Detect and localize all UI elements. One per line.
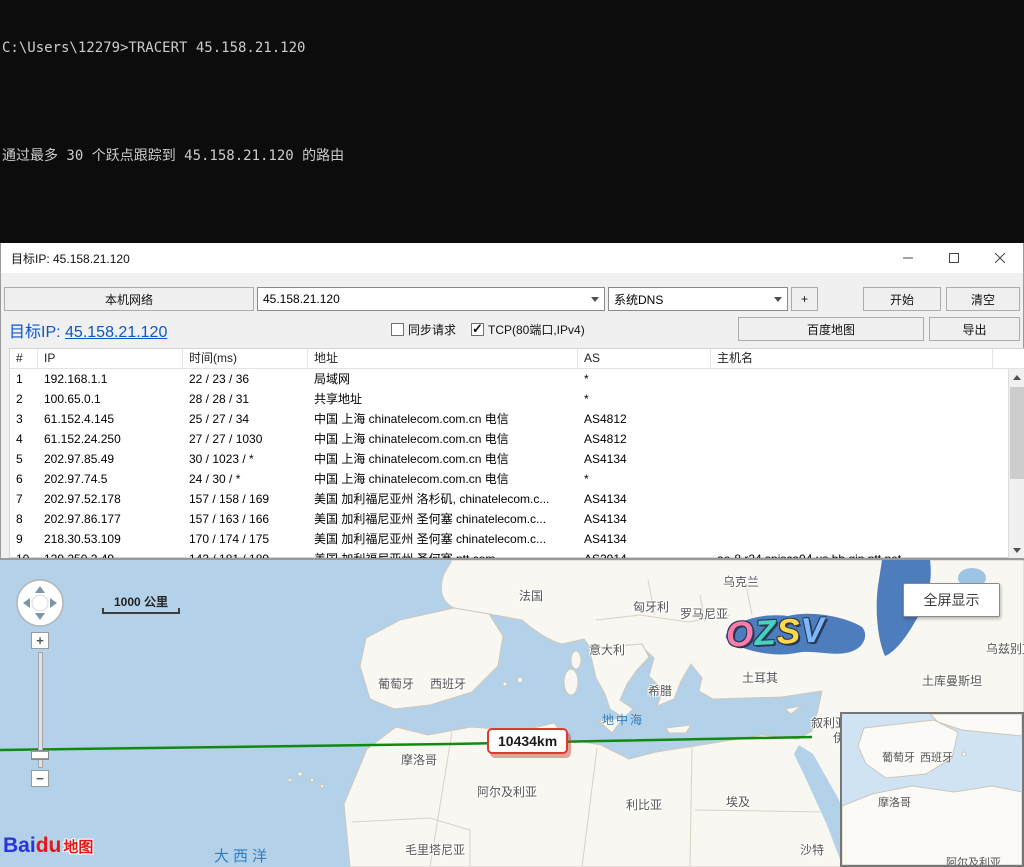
table-row[interactable]: 8 202.97.86.177 157 / 163 / 166 美国 加利福尼亚…: [10, 509, 1024, 529]
sync-request-checkbox[interactable]: 同步请求: [391, 321, 456, 338]
minimize-button[interactable]: [885, 243, 931, 273]
baidu-map-button[interactable]: 百度地图: [738, 317, 924, 341]
zoom-slider-handle[interactable]: [31, 750, 49, 760]
table-row[interactable]: 3 61.152.4.145 25 / 27 / 34 中国 上海 chinat…: [10, 409, 1024, 429]
map-panel[interactable]: 法国 匈牙利 罗马尼亚 乌克兰 意大利 葡萄牙 西班牙 希腊 土耳其 地中海 摩…: [0, 560, 1024, 867]
terminal-line: C:\Users\12279>TRACERT 45.158.21.120: [2, 39, 1024, 57]
scale-bar: [102, 608, 180, 614]
map-label: 阿尔及利亚: [477, 783, 537, 800]
distance-badge: 10434km: [487, 728, 568, 754]
column-header-index[interactable]: #: [10, 349, 38, 368]
tcp-label: TCP(80端口,IPv4): [488, 321, 585, 338]
target-ip-link[interactable]: 目标IP: 45.158.21.120: [9, 318, 167, 342]
sync-request-label: 同步请求: [408, 321, 456, 338]
column-header-address[interactable]: 地址: [308, 349, 578, 368]
table-row[interactable]: 6 202.97.74.5 24 / 30 / * 中国 上海 chinatel…: [10, 469, 1024, 489]
map-label: 沙特: [800, 841, 824, 858]
map-label: 摩洛哥: [401, 751, 437, 768]
sea-label: 地中海: [602, 711, 644, 728]
map-label: 匈牙利: [633, 598, 669, 615]
terminal-line: [2, 93, 1024, 111]
map-label: 毛里塔尼亚: [405, 841, 465, 858]
checkbox-checked-icon[interactable]: [471, 323, 484, 336]
local-network-button[interactable]: 本机网络: [4, 287, 254, 311]
target-ip-value[interactable]: 45.158.21.120: [65, 324, 167, 341]
table-scrollbar[interactable]: [1008, 369, 1024, 558]
table-row[interactable]: 5 202.97.85.49 30 / 1023 / * 中国 上海 china…: [10, 449, 1024, 469]
table-row[interactable]: 10 129.250.2.49 142 / 181 / 189 美国 加利福尼亚…: [10, 549, 1024, 558]
map-label: 希腊: [648, 682, 672, 699]
target-ip-input[interactable]: [258, 292, 586, 306]
zoom-out-button[interactable]: −: [31, 770, 49, 787]
hops-table: # IP 时间(ms) 地址 AS 主机名 1 192.168.1.1 22 /…: [9, 348, 1024, 558]
target-ip-label: 目标IP:: [9, 324, 61, 341]
table-body: 1 192.168.1.1 22 / 23 / 36 局域网 * 2 100.6…: [10, 369, 1024, 558]
column-header-time[interactable]: 时间(ms): [183, 349, 308, 368]
chevron-down-icon[interactable]: [769, 288, 787, 310]
map-label: 乌兹别克斯坦: [986, 640, 1024, 657]
map-label: 葡萄牙: [378, 675, 414, 692]
column-header-as[interactable]: AS: [578, 349, 711, 368]
window-titlebar[interactable]: 目标IP: 45.158.21.120: [1, 243, 1023, 273]
close-button[interactable]: [977, 243, 1023, 273]
besttrace-window: 目标IP: 45.158.21.120 本机网络 系统DNS +: [0, 243, 1024, 560]
map-label: 土耳其: [742, 669, 778, 686]
export-button[interactable]: 导出: [929, 317, 1020, 341]
map-label: 法国: [519, 587, 543, 604]
chevron-down-icon[interactable]: [586, 288, 604, 310]
baidu-logo: Baidu地图: [3, 834, 93, 858]
window-title: 目标IP: 45.158.21.120: [11, 250, 130, 267]
terminal-line: 通过最多 30 个跃点跟踪到 45.158.21.120 的路由: [2, 147, 1024, 165]
map-label: 意大利: [589, 641, 625, 658]
scroll-up-icon[interactable]: [1009, 369, 1024, 385]
start-button[interactable]: 开始: [863, 287, 941, 311]
map-label: 利比亚: [626, 796, 662, 813]
overview-minimap[interactable]: 葡萄牙 西班牙 摩洛哥 阿尔及利亚: [840, 712, 1024, 867]
sea-label: 大西洋: [214, 845, 271, 866]
minimap-label: 阿尔及利亚: [946, 854, 1001, 867]
column-header-host[interactable]: 主机名: [711, 349, 993, 368]
table-row[interactable]: 7 202.97.52.178 157 / 158 / 169 美国 加利福尼亚…: [10, 489, 1024, 509]
table-header[interactable]: # IP 时间(ms) 地址 AS 主机名: [10, 349, 1024, 369]
minimap-label: 葡萄牙: [882, 749, 915, 765]
checkbox-unchecked-icon[interactable]: [391, 323, 404, 336]
tcp-checkbox[interactable]: TCP(80端口,IPv4): [471, 321, 585, 338]
scroll-down-icon[interactable]: [1009, 542, 1024, 558]
map-label: 罗马尼亚: [680, 605, 728, 622]
terminal-window: C:\Users\12279>TRACERT 45.158.21.120 通过最…: [0, 0, 1024, 243]
ozsv-watermark: OZSV: [725, 610, 826, 655]
dns-select[interactable]: 系统DNS: [608, 287, 788, 311]
table-row[interactable]: 1 192.168.1.1 22 / 23 / 36 局域网 *: [10, 369, 1024, 389]
terminal-line: [2, 201, 1024, 219]
pan-control[interactable]: [15, 578, 65, 633]
dns-select-value: 系统DNS: [609, 291, 769, 308]
clear-button[interactable]: 清空: [946, 287, 1020, 311]
minimap-label: 西班牙: [920, 749, 953, 765]
map-label: 埃及: [726, 793, 750, 810]
map-label: 土库曼斯坦: [922, 672, 982, 689]
fullscreen-button[interactable]: 全屏显示: [903, 583, 1000, 617]
target-ip-combobox[interactable]: [257, 287, 605, 311]
map-label: 乌克兰: [723, 573, 759, 590]
minimap-label: 摩洛哥: [878, 794, 911, 810]
screen: C:\Users\12279>TRACERT 45.158.21.120 通过最…: [0, 0, 1024, 867]
maximize-button[interactable]: [931, 243, 977, 273]
scrollbar-thumb[interactable]: [1010, 387, 1024, 479]
table-row[interactable]: 9 218.30.53.109 170 / 174 / 175 美国 加利福尼亚…: [10, 529, 1024, 549]
map-label: 西班牙: [430, 675, 466, 692]
add-target-button[interactable]: +: [791, 287, 818, 311]
table-row[interactable]: 2 100.65.0.1 28 / 28 / 31 共享地址 *: [10, 389, 1024, 409]
table-row[interactable]: 4 61.152.24.250 27 / 27 / 1030 中国 上海 chi…: [10, 429, 1024, 449]
column-header-ip[interactable]: IP: [38, 349, 183, 368]
zoom-in-button[interactable]: +: [31, 632, 49, 649]
